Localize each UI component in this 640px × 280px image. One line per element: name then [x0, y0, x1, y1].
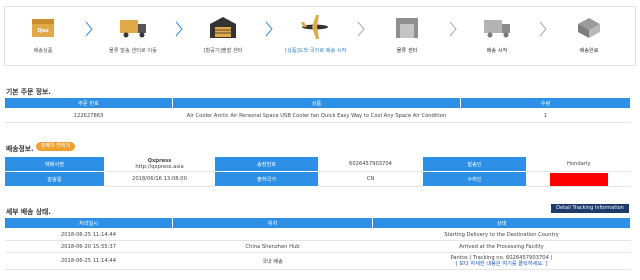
status-time: 2018-06-20 15:55:37: [4, 240, 173, 253]
table-row: 발송일 2018/06/16 13:08:00 출하국가 CN 수취인: [4, 171, 631, 187]
step-logistics-center: 물류 센터: [377, 10, 437, 54]
status-text: Arrived at the Processing Facility: [372, 240, 631, 253]
origin-country: CN: [318, 171, 423, 187]
tracking-label: 송장번호: [214, 156, 319, 172]
ship-date-label: 발송일: [4, 171, 105, 187]
delivery-info-table: 택배사명 Qxpress http://qxpress.asia 송장번호 60…: [4, 156, 631, 187]
svg-text:Qoo: Qoo: [37, 28, 49, 34]
column-header: 위치: [172, 217, 373, 229]
distribution-center-icon: [396, 18, 418, 38]
recipient-value: [526, 171, 631, 187]
redacted-recipient: [549, 172, 608, 186]
chevron-right-icon: [85, 21, 93, 37]
column-header: 상태: [372, 217, 631, 229]
step-label: [상품]도착 국가로 배송 시작: [285, 48, 347, 54]
recipient-label: 수취인: [422, 171, 527, 187]
ship-date: 2018/06/16 13:08:00: [104, 171, 215, 187]
delivery-truck-icon: [484, 20, 510, 38]
step-label: 배송상품: [33, 48, 53, 54]
sender-label: 발송인: [422, 156, 527, 172]
status-time: 2018-06-25 11:14:44: [4, 252, 173, 270]
table-row: 2018-06-20 15:55:37 China Shenzhen Hub A…: [4, 240, 631, 253]
order-info-table: 주문 번호 상품 수량 122627863 Air Cooler Arctic …: [4, 97, 631, 123]
delivery-status-table: 처리일시 위치 상태 2018-06-25 11:14:44 Starting …: [4, 217, 631, 270]
carrier-label: 택배사명: [4, 156, 105, 172]
column-header: 주문 번호: [4, 97, 173, 109]
more-details-link[interactable]: [ 보다 자세한 내용은 여기를 클릭하세요. ]: [373, 261, 631, 267]
status-location: 국내 배송: [172, 252, 373, 270]
status-location: [172, 228, 373, 241]
step-shipping-to-destination: [상품]도착 국가로 배송 시작: [285, 10, 347, 54]
carrier-cell: Qxpress http://qxpress.asia: [104, 156, 215, 172]
sender-value: Hondarly: [526, 156, 631, 172]
carrier-url[interactable]: http://qxpress.asia: [105, 164, 214, 170]
column-header: 처리일시: [4, 217, 173, 229]
order-info-heading: 기본 주문 정보.: [6, 88, 51, 96]
qoo10-box-icon: Qoo: [32, 19, 54, 37]
table-header-row: 주문 번호 상품 수량: [4, 97, 631, 109]
detail-tracking-button[interactable]: Detail Tracking Information: [551, 204, 629, 213]
origin-country-label: 출하국가: [214, 171, 319, 187]
table-row: 2018-06-25 11:14:44 Starting Delivery to…: [4, 228, 631, 241]
step-delivered: 배송완료: [559, 10, 619, 54]
product-name: Air Cooler Arctic Air Personal Space USB…: [172, 108, 461, 123]
warehouse-icon: [210, 17, 236, 38]
seller-contact-button[interactable]: 판매자 연락처: [36, 142, 76, 151]
delivery-status-heading: 세부 배송 상태.: [6, 208, 51, 216]
column-header: 상품: [172, 97, 461, 109]
chevron-right-icon: [357, 21, 365, 37]
table-header-row: 처리일시 위치 상태: [4, 217, 631, 229]
step-label: [항공기]출발 센터: [203, 48, 243, 54]
chevron-right-icon: [265, 21, 273, 37]
status-location: China Shenzhen Hub: [172, 240, 373, 253]
airplane-icon: [301, 15, 328, 39]
quantity: 1: [460, 108, 631, 123]
step-label: 물류 발송 센터로 이동: [109, 48, 157, 54]
step-label: 배송 시작: [486, 48, 508, 54]
chevron-right-icon: [539, 21, 547, 37]
step-label: 배송완료: [579, 48, 599, 54]
chevron-right-icon: [449, 21, 457, 37]
tracking-number: 6026457903704: [318, 156, 423, 172]
status-time: 2018-06-25 11:14:44: [4, 228, 173, 241]
status-text: Starting Delivery to the Destination Cou…: [372, 228, 631, 241]
column-header: 수량: [460, 97, 631, 109]
step-departure-center: [항공기]출발 센터: [193, 10, 253, 54]
delivered-box-icon: [578, 18, 600, 38]
step-label: 물류 센터: [396, 48, 418, 54]
delivery-truck-icon: [120, 20, 146, 38]
delivery-progress: Qoo 배송상품 물류 발송 센터로 이동 [항공기]출발 센터 [상품]도착 …: [4, 6, 636, 66]
table-row: 택배사명 Qxpress http://qxpress.asia 송장번호 60…: [4, 156, 631, 172]
step-delivery-start: 배송 시작: [467, 10, 527, 54]
status-cell: Pantos ( Tracking no. 6026457903704 ) [ …: [372, 252, 631, 270]
step-to-dispatch-center: 물류 발송 센터로 이동: [103, 10, 163, 54]
chevron-right-icon: [175, 21, 183, 37]
table-row: 2018-06-25 11:14:44 국내 배송 Pantos ( Track…: [4, 252, 631, 270]
step-shipped-item: Qoo 배송상품: [13, 10, 73, 54]
delivery-info-heading: 배송정보.: [6, 145, 34, 153]
table-row: 122627863 Air Cooler Arctic Air Personal…: [4, 108, 631, 123]
order-number: 122627863: [4, 108, 173, 123]
